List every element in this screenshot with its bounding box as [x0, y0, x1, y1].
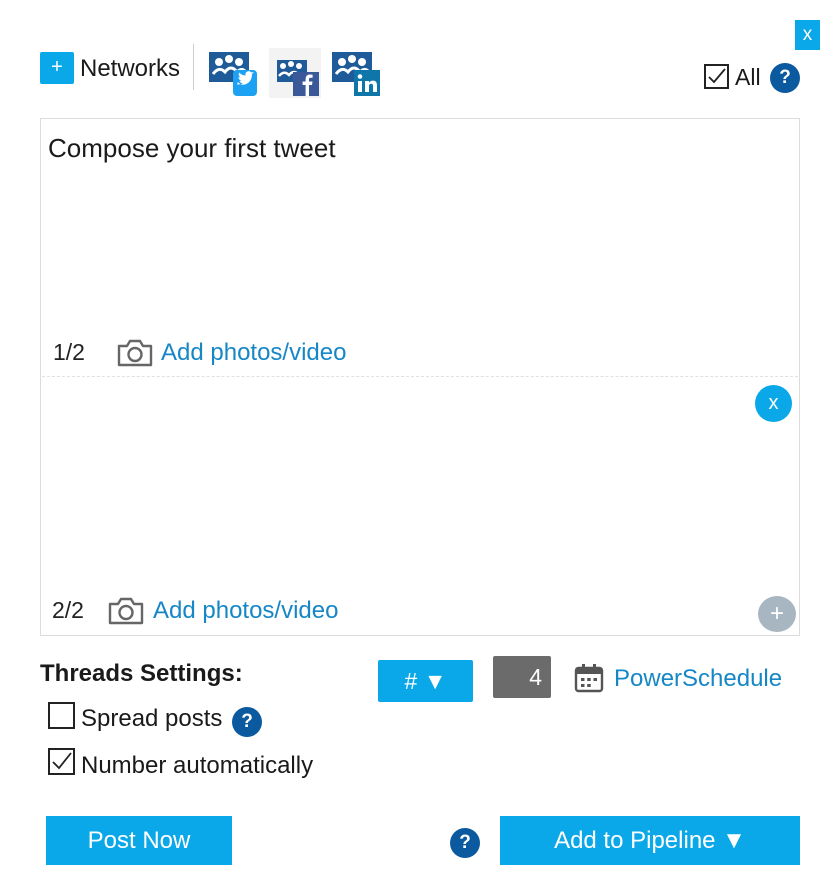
twitter-account-icon[interactable]: [207, 48, 259, 98]
number-automatically-label: Number automatically: [81, 752, 314, 779]
header-divider: [193, 44, 194, 90]
networks-label: Networks: [80, 55, 181, 82]
pipeline-help-icon[interactable]: ?: [450, 828, 480, 858]
post-now-button[interactable]: Post Now: [46, 816, 232, 865]
spread-posts-checkbox[interactable]: [48, 702, 75, 729]
tweet-text-input-1[interactable]: Compose your first tweet: [48, 132, 336, 164]
remove-post-button[interactable]: x: [755, 385, 792, 422]
numbering-format-dropdown[interactable]: # ▼: [378, 660, 473, 702]
add-post-button[interactable]: +: [758, 596, 796, 632]
add-media-link-1[interactable]: Add photos/video: [161, 339, 346, 367]
powerschedule-link[interactable]: PowerSchedule: [614, 664, 782, 694]
calendar-icon[interactable]: [573, 662, 605, 699]
add-to-pipeline-button[interactable]: Add to Pipeline ▼: [500, 816, 800, 865]
spread-posts-help-icon[interactable]: ?: [232, 707, 262, 737]
facebook-account-icon[interactable]: [269, 48, 321, 98]
all-networks-help-icon[interactable]: ?: [770, 63, 800, 93]
threads-settings-heading: Threads Settings:: [40, 660, 243, 687]
camera-icon[interactable]: [107, 596, 145, 631]
checkmark-icon: [708, 68, 726, 84]
post-divider: [42, 376, 798, 377]
all-networks-checkbox[interactable]: [704, 64, 729, 89]
spread-posts-label: Spread posts: [81, 705, 223, 732]
linkedin-account-icon[interactable]: [330, 48, 382, 98]
number-automatically-checkbox[interactable]: [48, 748, 75, 775]
close-button[interactable]: x: [795, 20, 820, 50]
add-network-button[interactable]: +: [40, 52, 74, 84]
all-networks-label: All: [735, 64, 761, 90]
thread-number-input[interactable]: 4: [493, 656, 551, 698]
camera-icon[interactable]: [116, 338, 154, 373]
checkmark-icon: [52, 752, 72, 770]
post-counter-1: 1/2: [53, 339, 85, 365]
post-counter-2: 2/2: [52, 597, 84, 623]
add-media-link-2[interactable]: Add photos/video: [153, 597, 338, 625]
tweet-text-input-2[interactable]: [48, 392, 738, 572]
